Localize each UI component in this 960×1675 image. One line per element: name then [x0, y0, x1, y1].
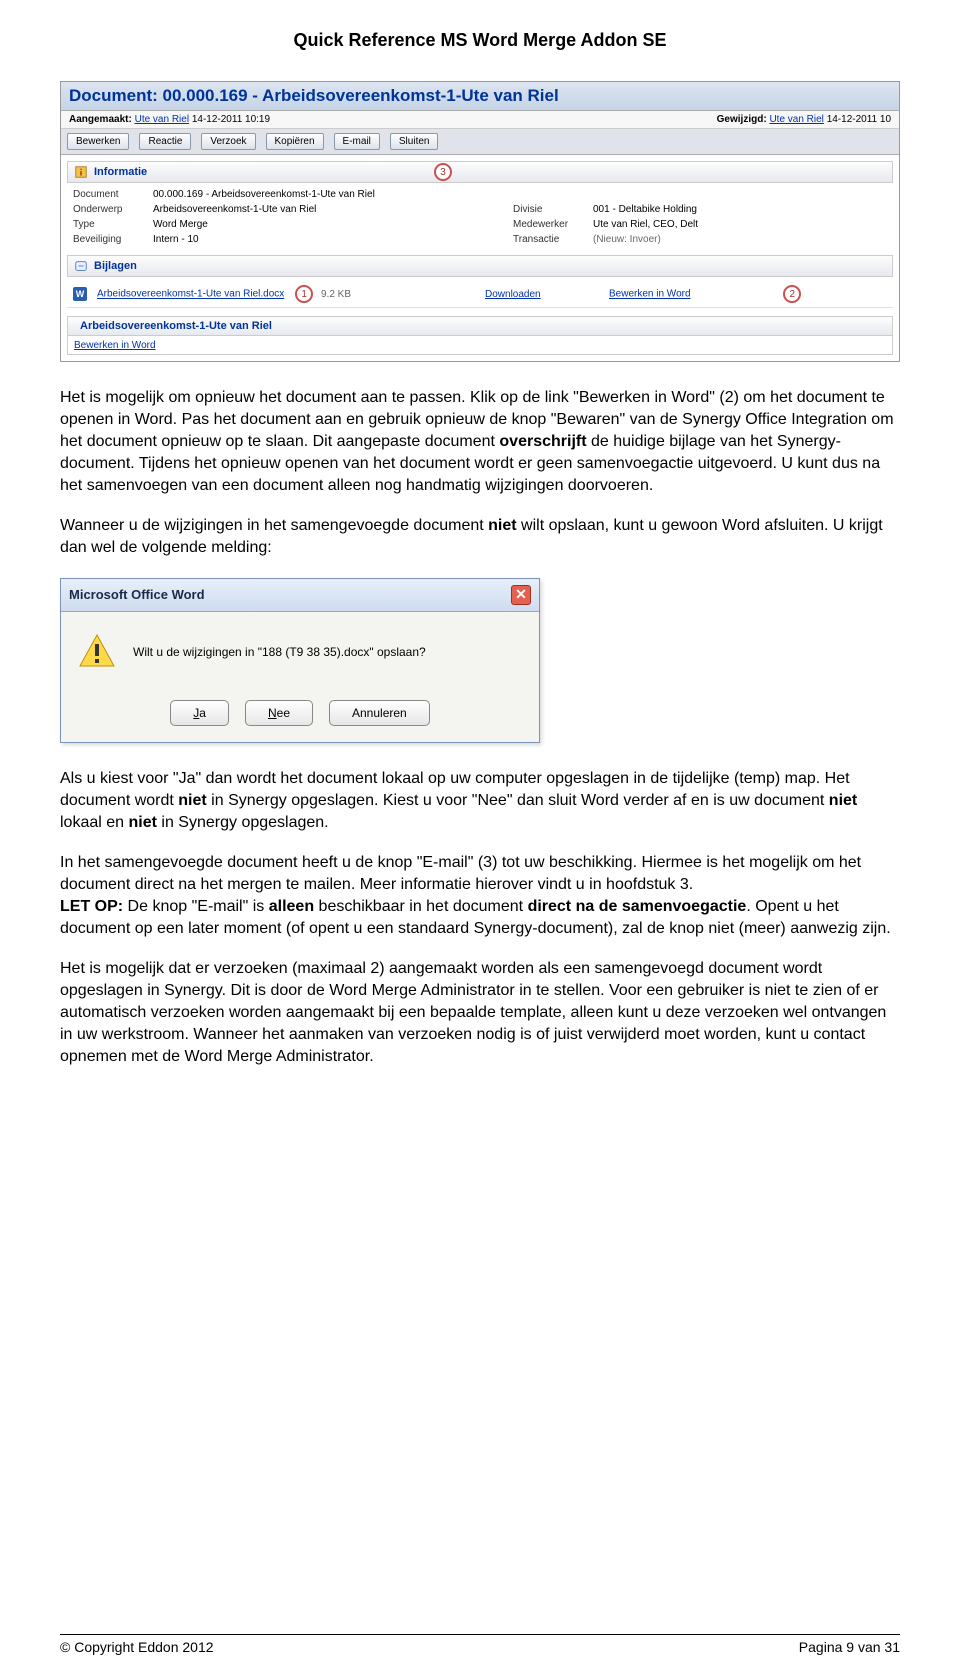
- download-link[interactable]: Downloaden: [485, 289, 605, 300]
- footer-copyright: © Copyright Eddon 2012: [60, 1639, 214, 1655]
- toolbar: Bewerken Reactie Verzoek Kopiëren E-mail…: [61, 129, 899, 155]
- synergy-document-panel: Document: 00.000.169 - Arbeidsovereenkom…: [60, 81, 900, 362]
- type-label: Type: [73, 219, 153, 230]
- callout-badge-3: 3: [434, 163, 452, 181]
- bijlagen-section-header[interactable]: Bijlagen: [67, 255, 893, 277]
- paragraph-4: In het samengevoegde document heeft u de…: [60, 852, 900, 940]
- created-label: Aangemaakt:: [69, 114, 132, 125]
- divisie-value: 001 - Deltabike Holding: [593, 204, 887, 215]
- modified-date: 14-12-2011 10: [827, 114, 891, 125]
- transactie-value: (Nieuw: Invoer): [593, 234, 887, 245]
- bewerken-button[interactable]: Bewerken: [67, 133, 129, 150]
- word-file-icon: W: [73, 287, 87, 301]
- divisie-label: Divisie: [513, 204, 593, 215]
- dialog-message: Wilt u de wijzigingen in "188 (T9 38 35)…: [133, 645, 426, 659]
- document-label: Document: [73, 189, 153, 200]
- kopieren-button[interactable]: Kopiëren: [266, 133, 324, 150]
- warning-icon: [77, 632, 117, 672]
- email-button[interactable]: E-mail: [334, 133, 380, 150]
- attachment-sub-header[interactable]: Arbeidsovereenkomst-1-Ute van Riel: [67, 316, 893, 336]
- attachment-sub-label: Arbeidsovereenkomst-1-Ute van Riel: [80, 320, 272, 332]
- informatie-icon: [74, 165, 88, 179]
- bijlagen-icon: [74, 259, 88, 273]
- medewerker-label: Medewerker: [513, 219, 593, 230]
- word-save-dialog: Microsoft Office Word ✕ Wilt u de wijzig…: [60, 578, 540, 743]
- document-value: 00.000.169 - Arbeidsovereenkomst-1-Ute v…: [153, 189, 513, 200]
- verzoek-button[interactable]: Verzoek: [201, 133, 255, 150]
- page-footer: © Copyright Eddon 2012 Pagina 9 van 31: [60, 1634, 900, 1655]
- annuleren-button[interactable]: Annuleren: [329, 700, 430, 726]
- meta-row: Aangemaakt: Ute van Riel 14-12-2011 10:1…: [61, 111, 899, 129]
- bijlagen-label: Bijlagen: [94, 260, 137, 272]
- attachment-row: W Arbeidsovereenkomst-1-Ute van Riel.doc…: [67, 281, 893, 308]
- reactie-button[interactable]: Reactie: [139, 133, 191, 150]
- informatie-section-header[interactable]: Informatie 3: [67, 161, 893, 183]
- ja-button[interactable]: Ja: [170, 700, 229, 726]
- info-grid: Document 00.000.169 - Arbeidsovereenkoms…: [67, 187, 893, 247]
- paragraph-1: Het is mogelijk om opnieuw het document …: [60, 387, 900, 497]
- beveiliging-value: Intern - 10: [153, 234, 513, 245]
- onderwerp-value: Arbeidsovereenkomst-1-Ute van Riel: [153, 204, 513, 215]
- attachment-filename-link[interactable]: Arbeidsovereenkomst-1-Ute van Riel.docx: [97, 289, 284, 300]
- modified-label: Gewijzigd:: [717, 114, 767, 125]
- transactie-label: Transactie: [513, 234, 593, 245]
- bewerken-in-word-link[interactable]: Bewerken in Word: [609, 289, 691, 300]
- modified-user-link[interactable]: Ute van Riel: [769, 114, 823, 125]
- beveiliging-label: Beveiliging: [73, 234, 153, 245]
- type-value: Word Merge: [153, 219, 513, 230]
- informatie-label: Informatie: [94, 166, 147, 178]
- paragraph-3: Als u kiest voor "Ja" dan wordt het docu…: [60, 768, 900, 834]
- close-icon[interactable]: ✕: [511, 585, 531, 605]
- onderwerp-label: Onderwerp: [73, 204, 153, 215]
- created-user-link[interactable]: Ute van Riel: [135, 114, 189, 125]
- page-title: Quick Reference MS Word Merge Addon SE: [60, 30, 900, 51]
- footer-page-number: Pagina 9 van 31: [799, 1639, 900, 1655]
- callout-badge-2: 2: [783, 285, 801, 303]
- sluiten-button[interactable]: Sluiten: [390, 133, 439, 150]
- created-date: 14-12-2011 10:19: [192, 114, 270, 125]
- dialog-title: Microsoft Office Word: [69, 587, 205, 602]
- medewerker-value: Ute van Riel, CEO, Delt: [593, 219, 887, 230]
- nee-button[interactable]: Nee: [245, 700, 313, 726]
- app-title-bar: Document: 00.000.169 - Arbeidsovereenkom…: [61, 82, 899, 111]
- attachment-size: 9.2 KB: [321, 289, 481, 300]
- callout-badge-1: 1: [295, 285, 313, 303]
- paragraph-2: Wanneer u de wijzigingen in het samengev…: [60, 515, 900, 559]
- bewerken-in-word-sublink[interactable]: Bewerken in Word: [74, 340, 156, 351]
- paragraph-6: Het is mogelijk dat er verzoeken (maxima…: [60, 958, 900, 1068]
